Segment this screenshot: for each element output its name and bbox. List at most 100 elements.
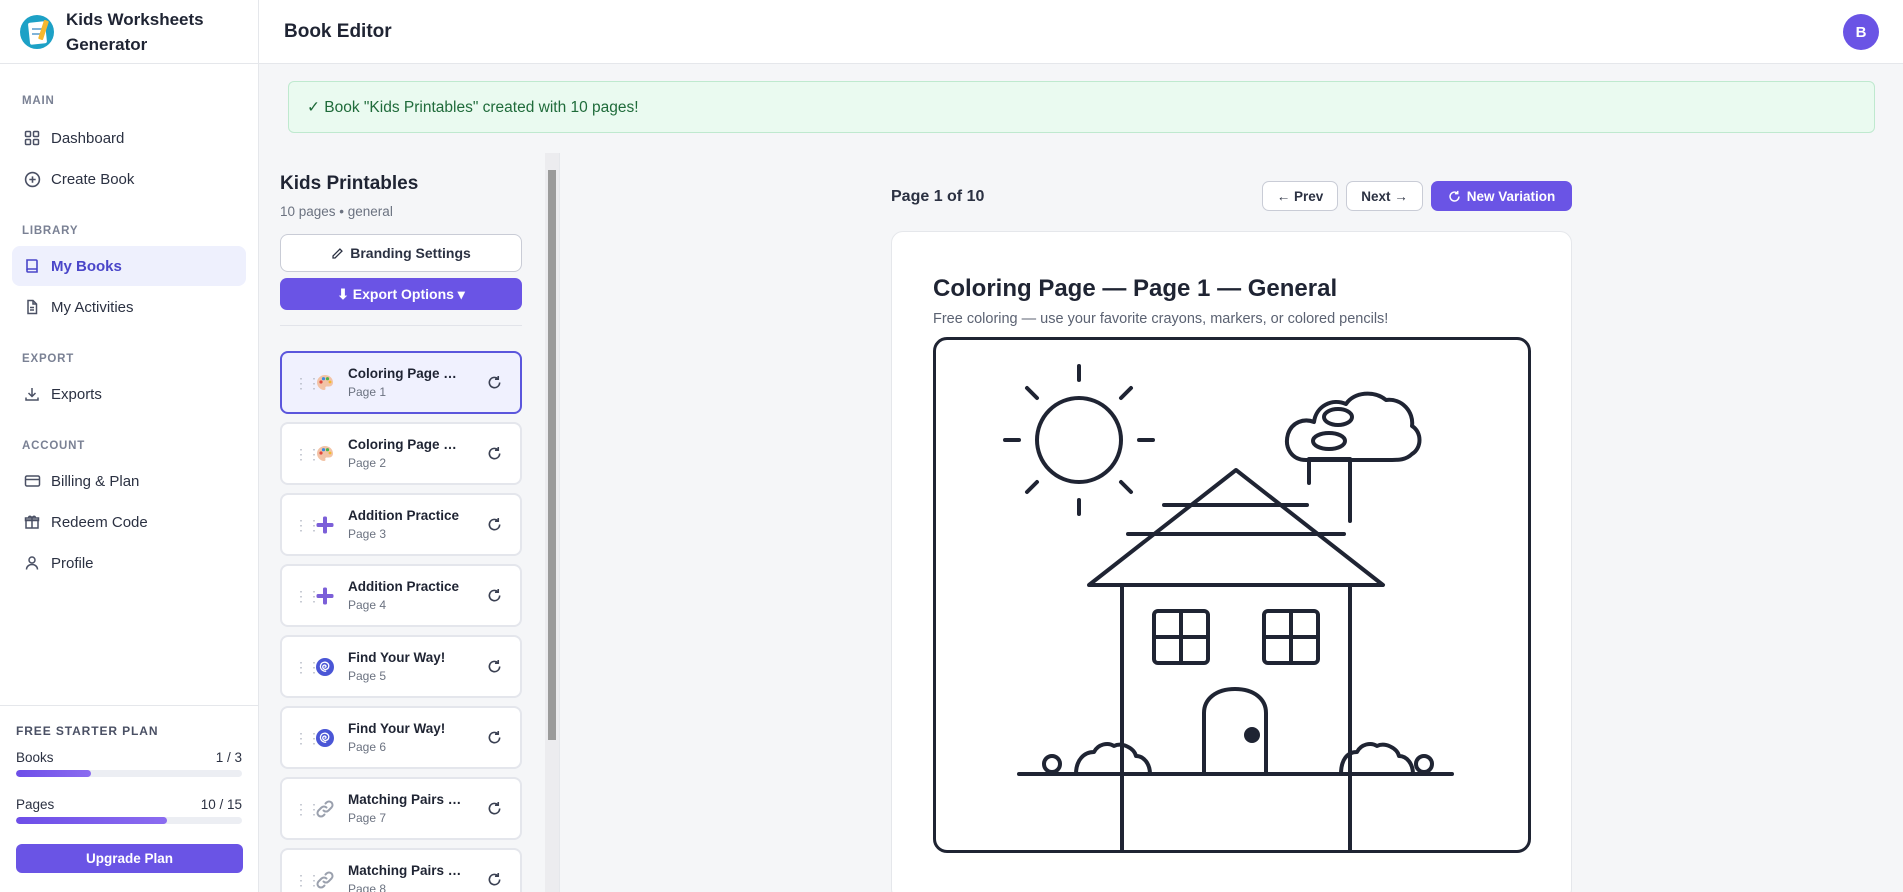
page-list-item[interactable]: ⋮⋮ Addition Practice Page 4 — [280, 564, 522, 627]
sidebar-item-label: Create Book — [51, 170, 135, 188]
upgrade-plan-button[interactable]: Upgrade Plan — [16, 844, 243, 873]
document-icon — [23, 298, 41, 316]
refresh-icon — [1448, 190, 1461, 203]
page-item-number: Page 7 — [348, 811, 387, 825]
nav-section-export: EXPORT Exports — [0, 350, 258, 414]
user-icon — [23, 554, 41, 572]
regenerate-icon[interactable] — [487, 801, 502, 816]
next-page-button[interactable]: Next → — [1346, 181, 1423, 211]
page-item-number: Page 2 — [348, 456, 387, 470]
page-list-item[interactable]: ⋮⋮ Find Your Way! Page 6 — [280, 706, 522, 769]
page-list-item[interactable]: ⋮⋮ Addition Practice Page 3 — [280, 493, 522, 556]
page-item-text: Find Your Way! Page 5 — [348, 650, 468, 683]
sidebar-item-profile[interactable]: Profile — [12, 543, 246, 583]
app-logo-icon — [20, 14, 54, 49]
page-list-item[interactable]: ⋮⋮ Find Your Way! Page 5 — [280, 635, 522, 698]
book-icon — [23, 257, 41, 275]
page-item-text: Addition Practice Page 4 — [348, 579, 468, 612]
drag-handle-icon[interactable]: ⋮⋮ — [294, 731, 321, 745]
regenerate-icon[interactable] — [487, 659, 502, 674]
regenerate-icon[interactable] — [487, 517, 502, 532]
sidebar-item-label: Redeem Code — [51, 513, 148, 531]
page-list-item[interactable]: ⋮⋮ Matching Pairs Challenge Page 8 — [280, 848, 522, 892]
books-value: 1 / 3 — [215, 750, 242, 765]
pages-progress-bar — [16, 817, 242, 824]
regenerate-icon[interactable] — [487, 375, 502, 390]
sidebar-item-create-book[interactable]: Create Book — [12, 159, 246, 199]
page-item-text: Coloring Page — Page 1 — General Page 1 — [348, 366, 468, 399]
sidebar-item-label: Profile — [51, 554, 94, 572]
page-list: ⋮⋮ Coloring Page — Page 1 — General Page 1… — [280, 351, 522, 892]
page-item-text: Matching Pairs Challenge Page 8 — [348, 863, 468, 892]
prev-page-button[interactable]: ← Prev — [1262, 181, 1338, 211]
regenerate-icon[interactable] — [487, 588, 502, 603]
palette-icon — [314, 372, 336, 394]
top-header: Book Editor B — [259, 0, 1903, 64]
regenerate-icon[interactable] — [487, 730, 502, 745]
regenerate-icon[interactable] — [487, 872, 502, 887]
link-icon — [314, 869, 336, 891]
download-icon — [23, 385, 41, 403]
drag-handle-icon[interactable]: ⋮⋮ — [294, 447, 321, 461]
sidebar-item-exports[interactable]: Exports — [12, 374, 246, 414]
worksheet-preview: Coloring Page — Page 1 — General Free co… — [891, 231, 1572, 892]
page-item-title: Find Your Way! — [348, 721, 446, 736]
success-toast: ✓ Book "Kids Printables" created with 10… — [288, 81, 1875, 133]
page-item-number: Page 8 — [348, 882, 387, 892]
page-list-item[interactable]: ⋮⋮ Coloring Page — Page 1 — General Page 1 — [280, 351, 522, 414]
drag-handle-icon[interactable]: ⋮⋮ — [294, 518, 321, 532]
branding-settings-button[interactable]: Branding Settings — [280, 234, 522, 272]
plus-icon — [314, 585, 336, 607]
sidebar-item-label: Billing & Plan — [51, 472, 140, 490]
drag-handle-icon[interactable]: ⋮⋮ — [294, 802, 321, 816]
scrollbar-thumb[interactable] — [548, 170, 556, 740]
coloring-art-frame — [933, 337, 1531, 892]
page-list-scrollbar[interactable] — [545, 153, 559, 892]
avatar[interactable]: B — [1843, 14, 1879, 50]
drag-handle-icon[interactable]: ⋮⋮ — [294, 376, 321, 390]
sidebar-item-my-books[interactable]: My Books — [12, 246, 246, 286]
plan-title: FREE STARTER PLAN — [16, 724, 159, 738]
page-item-title: Coloring Page — Page 2 — General — [348, 437, 468, 452]
app-name: Kids Worksheets Generator — [66, 9, 204, 54]
page-item-title: Matching Pairs Challenge — [348, 792, 468, 807]
sidebar-item-dashboard[interactable]: Dashboard — [12, 118, 246, 158]
nav-section-main: MAIN Dashboard Create Book — [0, 92, 258, 199]
pages-label: Pages — [16, 797, 55, 812]
plan-usage-panel: FREE STARTER PLAN Books 1 / 3 Pages 10 /… — [0, 705, 258, 892]
branding-settings-label: Branding Settings — [350, 245, 471, 261]
page-list-item[interactable]: ⋮⋮ Matching Pairs Challenge Page 7 — [280, 777, 522, 840]
page-indicator: Page 1 of 10 — [891, 188, 985, 205]
sidebar-item-label: Dashboard — [51, 129, 125, 147]
page-item-number: Page 5 — [348, 669, 387, 683]
regenerate-icon[interactable] — [487, 446, 502, 461]
page-item-text: Addition Practice Page 3 — [348, 508, 468, 541]
page-item-number: Page 4 — [348, 598, 387, 612]
page-item-title: Addition Practice — [348, 579, 460, 594]
page-list-panel: Kids Printables 10 pages • general Brand… — [259, 153, 560, 892]
books-progress-bar — [16, 770, 242, 777]
books-usage-row: Books 1 / 3 — [16, 750, 242, 765]
sidebar-item-my-activities[interactable]: My Activities — [12, 287, 246, 327]
credit-card-icon — [23, 472, 41, 490]
new-variation-button[interactable]: New Variation — [1431, 181, 1572, 211]
page-list-item[interactable]: ⋮⋮ Coloring Page — Page 2 — General Page 2 — [280, 422, 522, 485]
new-variation-label: New Variation — [1466, 188, 1556, 204]
palette-icon — [314, 443, 336, 465]
grid-icon — [23, 129, 41, 147]
sidebar-item-redeem-code[interactable]: Redeem Code — [12, 502, 246, 542]
drag-handle-icon[interactable]: ⋮⋮ — [294, 873, 321, 887]
divider — [280, 325, 522, 326]
page-item-title: Matching Pairs Challenge — [348, 863, 468, 878]
sidebar-item-billing[interactable]: Billing & Plan — [12, 461, 246, 501]
nav-section-title: ACCOUNT — [22, 440, 86, 452]
pages-progress-fill — [16, 817, 168, 824]
page-item-text: Find Your Way! Page 6 — [348, 721, 468, 754]
brand[interactable]: Kids Worksheets Generator — [0, 0, 258, 64]
page-item-number: Page 3 — [348, 527, 387, 541]
sidebar-item-label: My Books — [51, 257, 122, 275]
books-progress-fill — [16, 770, 91, 777]
drag-handle-icon[interactable]: ⋮⋮ — [294, 589, 321, 603]
drag-handle-icon[interactable]: ⋮⋮ — [294, 660, 321, 674]
export-options-button[interactable]: ⬇ Export Options ▾ — [280, 278, 522, 310]
